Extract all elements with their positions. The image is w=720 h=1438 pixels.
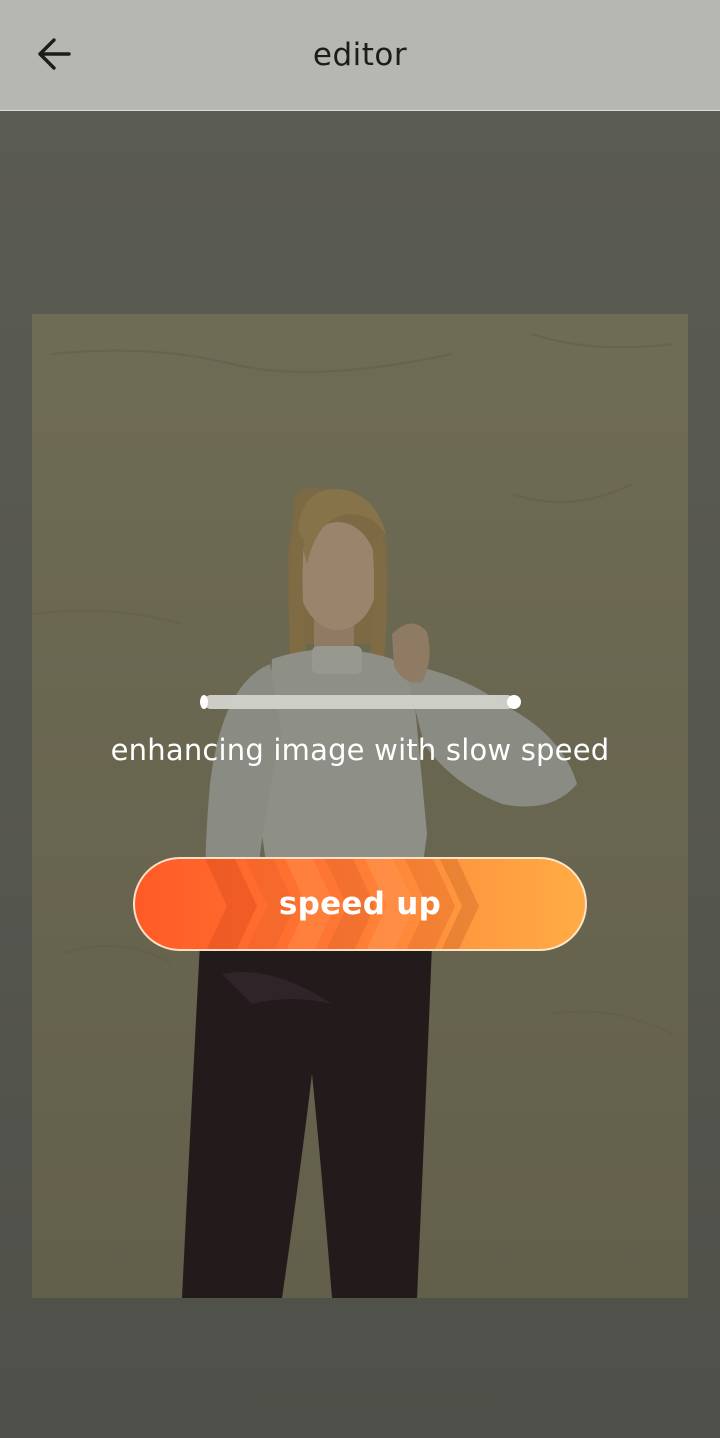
progress-fill: [204, 695, 514, 709]
speed-up-button[interactable]: speed up: [133, 857, 587, 951]
progress-end-knob: [507, 695, 521, 709]
photo-preview: [32, 314, 688, 1298]
app-bar: editor: [0, 0, 720, 111]
page-title: editor: [312, 37, 408, 73]
back-button[interactable]: [26, 30, 82, 82]
speed-up-label: speed up: [278, 886, 442, 922]
progress-start-cap: [200, 695, 208, 709]
enhance-progress-bar: [200, 695, 521, 709]
arrow-left-icon: [36, 37, 72, 75]
enhance-status-text: enhancing image with slow speed: [110, 733, 610, 767]
